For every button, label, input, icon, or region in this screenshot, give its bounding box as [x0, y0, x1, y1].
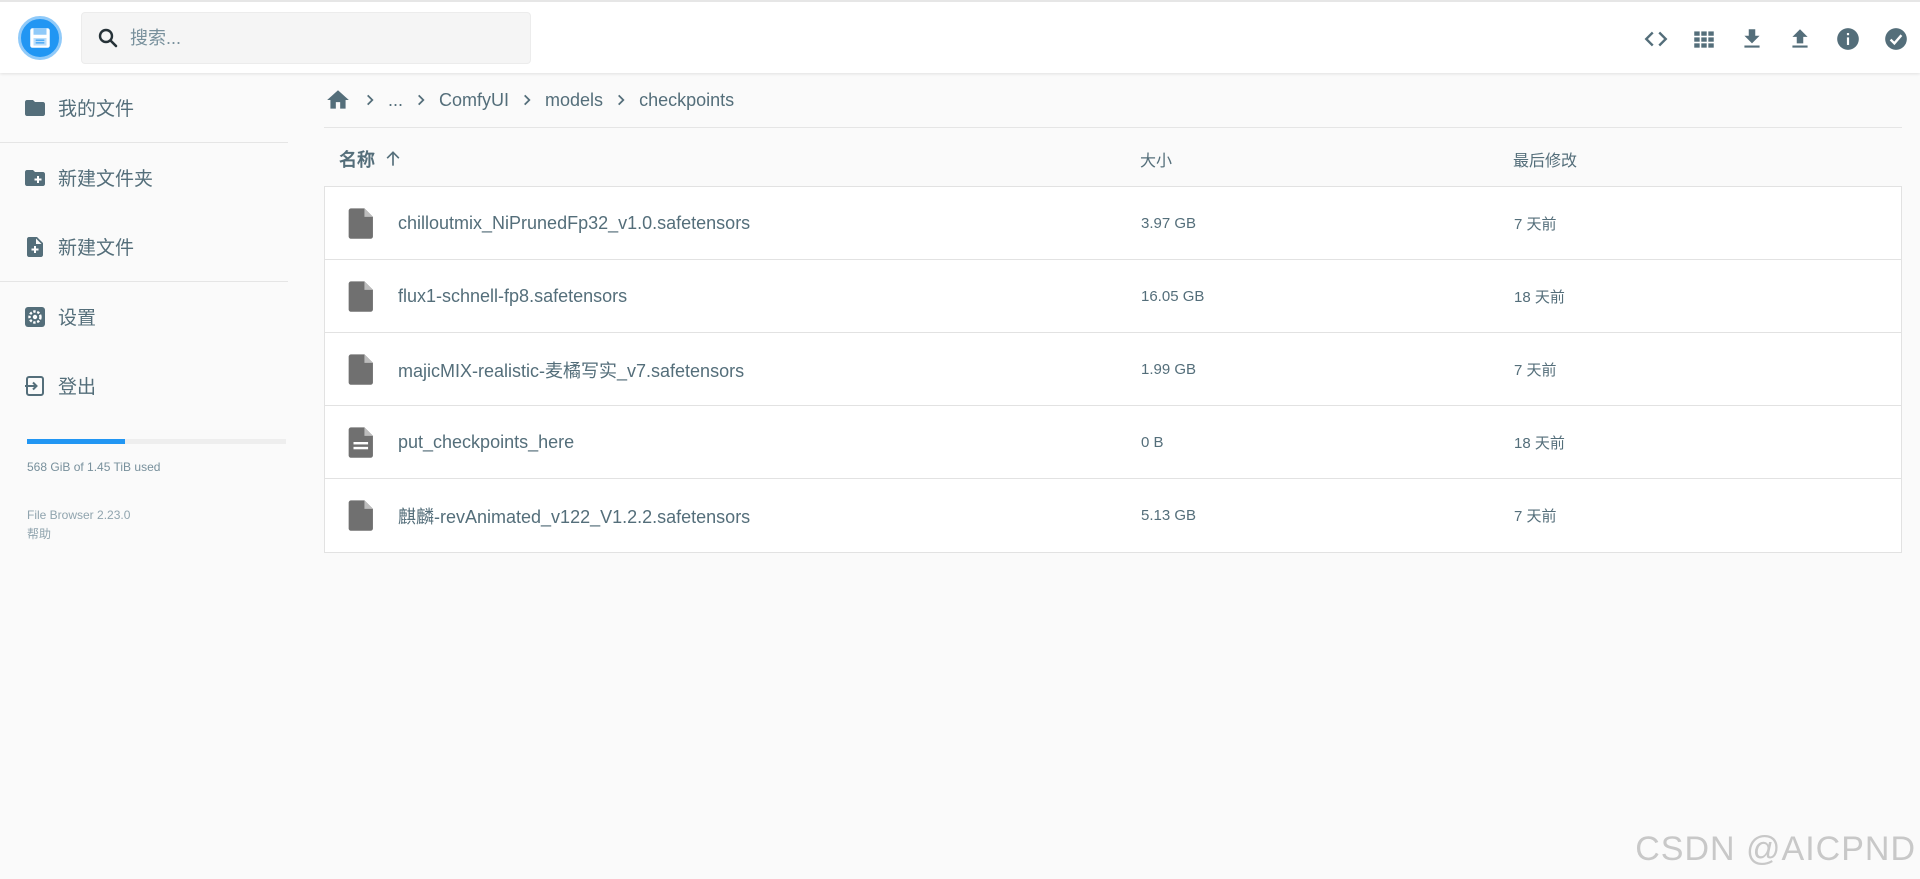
settings-icon	[22, 304, 48, 330]
download-button[interactable]	[1728, 15, 1776, 63]
app-logo[interactable]	[18, 16, 62, 60]
search-box[interactable]	[81, 12, 531, 64]
column-header-name: 名称	[339, 149, 375, 170]
top-header	[0, 0, 1920, 73]
file-modified: 7 天前	[1514, 362, 1557, 379]
arrow-up-icon	[386, 150, 400, 166]
version-link[interactable]: File Browser 2.23.0	[27, 506, 130, 525]
help-link[interactable]: 帮助	[27, 525, 130, 544]
file-row[interactable]: majicMIX-realistic-麦橘写实_v7.safetensors 1…	[325, 333, 1901, 406]
file-name: put_checkpoints_here	[398, 432, 575, 452]
usage-text: 568 GiB of 1.45 TiB used	[27, 460, 161, 474]
upload-button[interactable]	[1776, 15, 1824, 63]
file-modified: 18 天前	[1514, 435, 1565, 452]
folder-icon	[22, 95, 48, 121]
sidebar-item-new-file[interactable]: 新建文件	[0, 212, 288, 281]
breadcrumb-item[interactable]: ComfyUI	[439, 90, 509, 111]
watermark: CSDN @AICPND	[1635, 830, 1916, 868]
file-name: majicMIX-realistic-麦橘写实_v7.safetensors	[398, 360, 745, 381]
usage-bar	[27, 439, 286, 444]
sidebar-item-label: 设置	[58, 308, 97, 329]
file-size: 1.99 GB	[1141, 361, 1197, 378]
file-size: 16.05 GB	[1141, 288, 1205, 305]
breadcrumb-item[interactable]: models	[545, 90, 603, 111]
chevron-right-icon	[513, 88, 541, 112]
select-check-icon	[1885, 27, 1907, 50]
sidebar-item-label: 登出	[58, 377, 97, 398]
file-icon	[348, 208, 373, 239]
breadcrumb: ... ComfyUI models checkpoints	[324, 85, 734, 115]
code-view-button[interactable]	[1632, 15, 1680, 63]
file-icon	[348, 281, 373, 312]
sidebar-item-label: 新建文件	[58, 238, 135, 259]
create-folder-icon	[22, 165, 48, 191]
file-size: 3.97 GB	[1141, 215, 1197, 232]
download-icon	[1744, 28, 1760, 48]
file-modified: 7 天前	[1514, 508, 1557, 525]
select-button[interactable]	[1872, 15, 1920, 63]
note-add-icon	[22, 234, 48, 260]
logout-icon	[22, 373, 48, 399]
header-toolbar	[1632, 2, 1920, 75]
column-header-modified: 最后修改	[1513, 152, 1578, 170]
sidebar-item-logout[interactable]: 登出	[0, 351, 288, 420]
file-row[interactable]: flux1-schnell-fp8.safetensors 16.05 GB 1…	[325, 260, 1901, 333]
grid-view-icon	[1694, 30, 1714, 48]
credits: File Browser 2.23.0 帮助	[27, 506, 130, 544]
sort-by-name[interactable]: 名称	[339, 130, 403, 187]
file-name: 麒麟-revAnimated_v122_V1.2.2.safetensors	[398, 506, 751, 527]
sidebar-item-label: 新建文件夹	[58, 169, 154, 190]
file-modified: 7 天前	[1514, 216, 1557, 233]
breadcrumb-item[interactable]: ...	[388, 90, 403, 111]
text-file-icon	[348, 427, 373, 458]
search-input[interactable]	[130, 27, 510, 49]
sidebar-item-settings[interactable]: 设置	[0, 282, 288, 351]
sidebar: 我的文件 新建文件夹 新建文件 设置 登出 568 GiB of 1.45 Ti…	[0, 73, 288, 879]
file-icon	[348, 354, 373, 385]
sidebar-item-new-folder[interactable]: 新建文件夹	[0, 143, 288, 212]
file-row[interactable]: 麒麟-revAnimated_v122_V1.2.2.safetensors 5…	[325, 479, 1901, 552]
file-modified: 18 天前	[1514, 289, 1565, 306]
upload-icon	[1792, 28, 1808, 48]
breadcrumb-divider	[324, 127, 1902, 128]
file-row[interactable]: put_checkpoints_here 0 B 18 天前	[325, 406, 1901, 479]
file-list-header: 名称 大小 最后修改	[324, 130, 1902, 187]
file-icon	[348, 500, 373, 531]
search-icon	[96, 26, 120, 50]
chevron-right-icon	[407, 88, 435, 112]
file-size: 5.13 GB	[1141, 507, 1197, 524]
storage-usage: 568 GiB of 1.45 TiB used	[27, 439, 286, 474]
file-name: chilloutmix_NiPrunedFp32_v1.0.safetensor…	[398, 213, 751, 233]
sort-by-modified[interactable]: 最后修改	[1513, 130, 1577, 187]
sidebar-item-my-files[interactable]: 我的文件	[0, 73, 288, 142]
usage-bar-fill	[27, 439, 126, 444]
sort-by-size[interactable]: 大小	[1140, 130, 1172, 187]
sidebar-item-label: 我的文件	[58, 99, 135, 120]
info-button[interactable]	[1824, 15, 1872, 63]
file-list: chilloutmix_NiPrunedFp32_v1.0.safetensor…	[324, 186, 1902, 553]
file-row[interactable]: chilloutmix_NiPrunedFp32_v1.0.safetensor…	[325, 187, 1901, 260]
info-icon	[1837, 27, 1859, 50]
floppy-disk-icon	[30, 28, 50, 48]
grid-view-button[interactable]	[1680, 15, 1728, 63]
column-header-size: 大小	[1140, 152, 1173, 170]
chevron-right-icon	[356, 88, 384, 112]
file-name: flux1-schnell-fp8.safetensors	[398, 286, 628, 306]
home-icon[interactable]	[324, 86, 352, 114]
code-view-icon	[1644, 31, 1668, 46]
chevron-right-icon	[607, 88, 635, 112]
file-size: 0 B	[1141, 434, 1164, 451]
breadcrumb-item[interactable]: checkpoints	[639, 90, 734, 111]
